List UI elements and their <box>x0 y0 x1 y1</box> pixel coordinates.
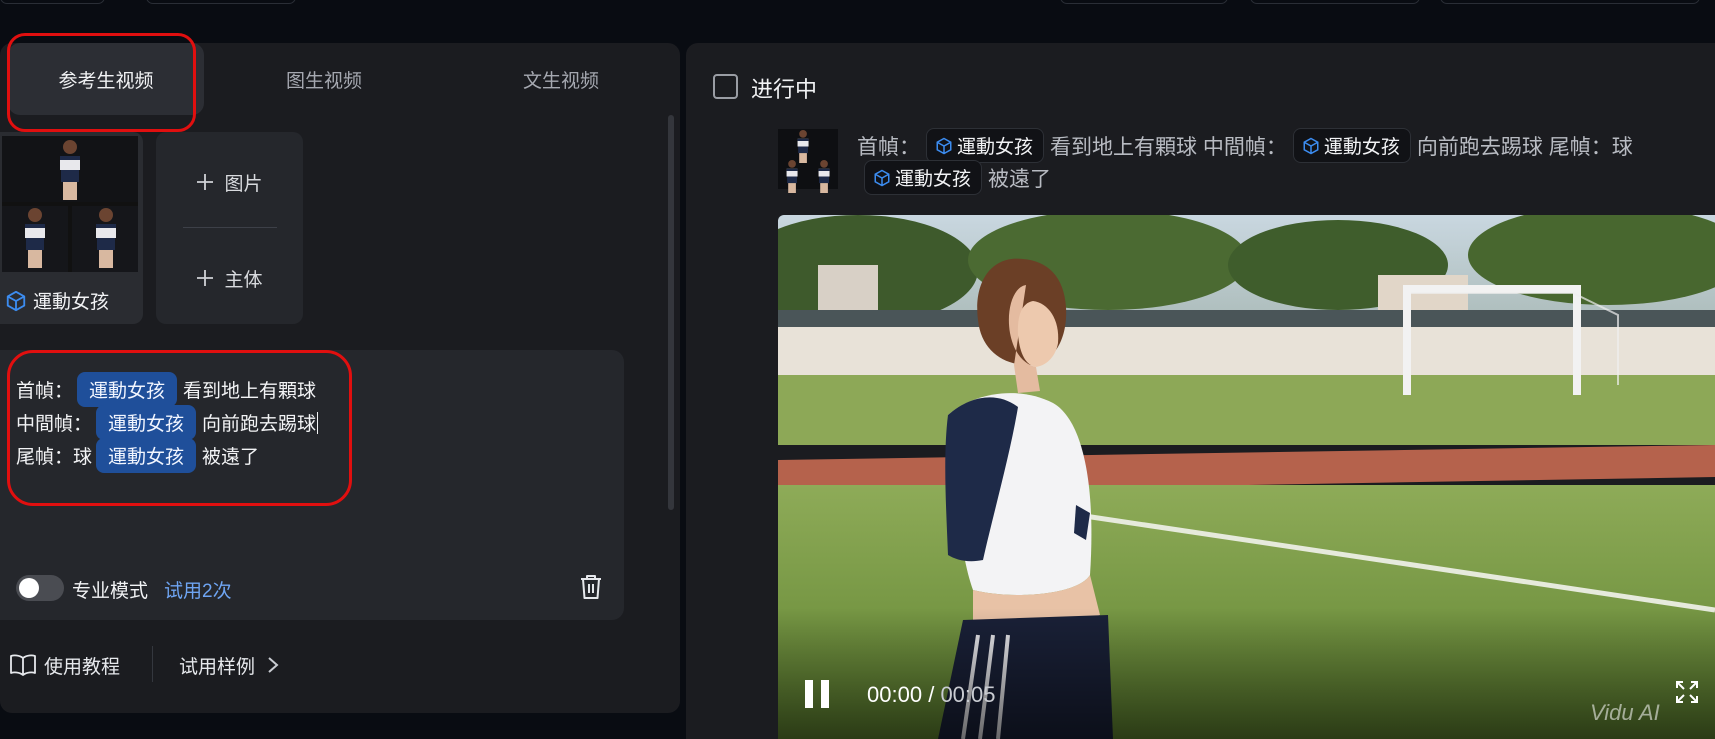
task-thumbnail[interactable] <box>778 129 838 193</box>
pause-icon[interactable] <box>803 678 831 710</box>
examples-link[interactable]: 试用样例 <box>179 652 255 679</box>
task-status-label: 进行中 <box>751 77 818 102</box>
prompt-line: 首幀： 運動女孩 看到地上有顆球 <box>16 372 316 407</box>
bottom-links: 使用教程 <box>10 650 120 680</box>
prompt-text: 中間幀： <box>16 414 93 435</box>
add-card: 图片 主体 <box>156 132 303 324</box>
divider <box>152 646 153 682</box>
top-control[interactable] <box>0 0 105 4</box>
task-checkbox[interactable] <box>713 74 738 99</box>
prompt-text: 向前跑去踢球 <box>202 414 317 435</box>
subject-chip: 運動女孩 <box>1292 128 1411 163</box>
tutorial-link[interactable]: 使用教程 <box>44 652 120 679</box>
subject-figure-image <box>59 140 81 200</box>
subject-figure-image <box>24 208 46 268</box>
cube-icon <box>936 137 952 154</box>
cube-icon <box>1303 137 1319 154</box>
tab-label: 文生视频 <box>522 70 599 92</box>
plus-icon <box>197 174 214 190</box>
pro-mode-label: 专业模式 <box>72 581 149 602</box>
add-image-button[interactable]: 图片 <box>156 162 303 202</box>
subject-chip: 運動女孩 <box>864 160 983 195</box>
total-time: 00:05 <box>940 682 996 707</box>
scrollbar[interactable] <box>668 115 674 510</box>
book-icon <box>10 654 36 676</box>
add-subject-label: 主体 <box>224 269 263 291</box>
video-frame-image <box>778 215 1715 739</box>
subject-chip[interactable]: 運動女孩 <box>77 372 178 407</box>
task-desc-text: 首幀： <box>857 135 920 159</box>
current-time: 00:00 <box>867 682 923 707</box>
prompt-line: 尾幀：球 運動女孩 被遠了 <box>16 438 259 473</box>
prompt-text: 被遠了 <box>202 447 260 468</box>
subject-figure-image <box>95 208 117 268</box>
trial-count-label: 试用2次 <box>164 581 232 602</box>
subject-chip[interactable]: 運動女孩 <box>96 438 197 473</box>
fullscreen-icon[interactable] <box>1676 681 1698 703</box>
tab-label: 参考生视频 <box>58 70 154 92</box>
plus-icon <box>197 270 214 286</box>
chevron-right-icon <box>268 657 279 673</box>
time-separator: / <box>928 682 935 707</box>
prompt-text: 尾幀：球 <box>16 447 93 468</box>
subject-chip: 運動女孩 <box>926 128 1045 163</box>
toggle-knob <box>19 578 39 598</box>
text-caret <box>317 411 319 434</box>
tab-text-to-video[interactable]: 文生视频 <box>463 43 659 115</box>
subject-chip[interactable]: 運動女孩 <box>96 405 197 440</box>
prompt-text: 看到地上有顆球 <box>183 381 317 402</box>
subject-thumbnail-grid <box>2 136 138 272</box>
top-control[interactable] <box>146 0 296 4</box>
watermark-logo: Vidu AI <box>1590 700 1660 725</box>
prompt-text: 首幀： <box>16 381 74 402</box>
task-desc-text: 被遠了 <box>988 167 1052 191</box>
trash-icon[interactable] <box>578 573 604 601</box>
task-desc-text: 向前跑去踢球 尾幀：球 <box>1416 135 1633 159</box>
top-bar <box>0 0 1715 40</box>
top-control[interactable] <box>1250 0 1420 4</box>
tab-reference-video[interactable]: 参考生视频 <box>8 43 204 115</box>
tab-image-to-video[interactable]: 图生视频 <box>226 43 422 115</box>
add-image-label: 图片 <box>224 173 263 195</box>
task-desc-text: 看到地上有顆球 中間幀： <box>1050 135 1287 159</box>
top-control[interactable] <box>1440 0 1700 4</box>
subject-label: 運動女孩 <box>5 287 109 314</box>
video-player[interactable] <box>778 215 1715 739</box>
subject-name: 運動女孩 <box>33 292 110 313</box>
pro-mode-toggle[interactable] <box>16 575 64 601</box>
top-control[interactable] <box>1060 0 1228 4</box>
tab-label: 图生视频 <box>285 70 362 92</box>
task-description-line: 運動女孩 被遠了 <box>860 160 1051 195</box>
add-subject-button[interactable]: 主体 <box>156 258 303 298</box>
prompt-line: 中間幀： 運動女孩 向前跑去踢球 <box>16 405 319 440</box>
task-description-line: 首幀： 運動女孩 看到地上有顆球 中間幀： 運動女孩 向前跑去踢球 尾幀：球 <box>857 128 1633 163</box>
divider <box>183 227 277 228</box>
mode-tabs: 参考生视频 图生视频 文生视频 <box>0 43 680 115</box>
cube-icon <box>874 169 890 186</box>
cube-icon <box>6 290 26 311</box>
subject-card[interactable]: 運動女孩 <box>0 132 143 324</box>
examples-link-group[interactable]: 试用样例 <box>179 650 279 680</box>
time-display: 00:00 / 00:05 <box>867 682 996 708</box>
